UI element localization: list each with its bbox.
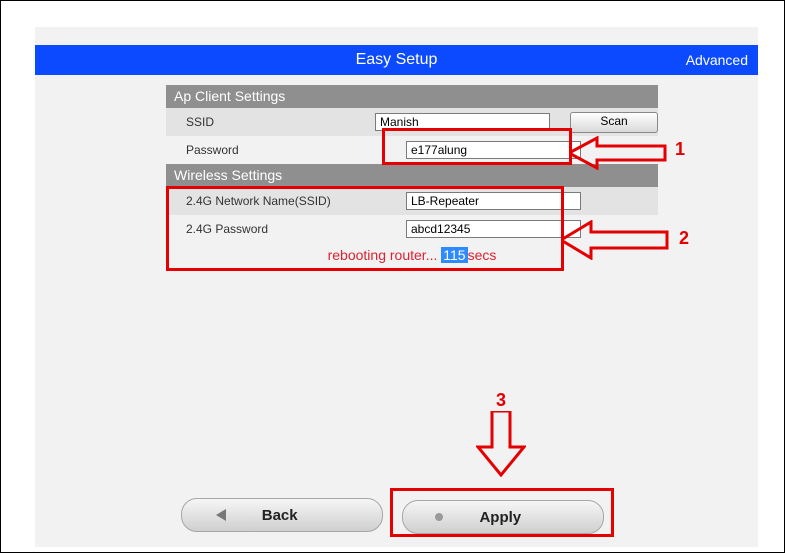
page-title: Easy Setup [35, 51, 758, 69]
annotation-arrow-3 [476, 411, 526, 477]
back-button[interactable]: Back [181, 498, 383, 532]
annotation-box-2 [166, 186, 564, 271]
scan-button[interactable]: Scan [570, 112, 658, 133]
advanced-link[interactable]: Advanced [686, 52, 748, 68]
ssid-label: SSID [166, 108, 375, 136]
annotation-arrow-2 [561, 220, 671, 260]
title-bar: Easy Setup Advanced [35, 45, 758, 75]
back-label: Back [262, 507, 298, 524]
annotation-arrow-1 [569, 136, 669, 170]
annotation-label-2: 2 [679, 228, 689, 249]
ap-password-label: Password [166, 136, 406, 164]
annotation-box-1 [382, 128, 572, 165]
annotation-box-3 [390, 488, 614, 537]
annotation-label-3: 3 [496, 390, 506, 411]
page-root: Easy Setup Advanced Ap Client Settings S… [0, 0, 785, 553]
back-arrow-icon [216, 509, 226, 521]
annotation-label-1: 1 [675, 139, 685, 160]
ap-client-header: Ap Client Settings [166, 85, 658, 108]
